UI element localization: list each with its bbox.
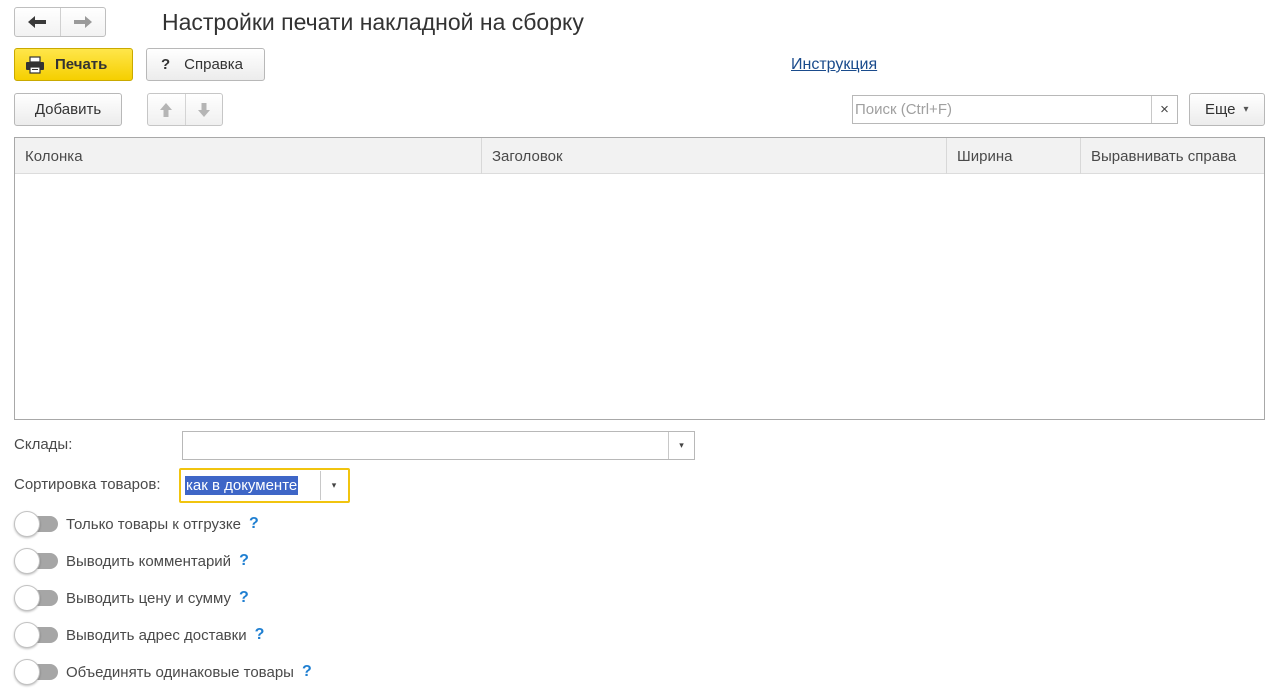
more-button-label: Еще bbox=[1205, 101, 1236, 118]
question-icon: ? bbox=[161, 56, 171, 73]
warehouses-value[interactable] bbox=[183, 432, 668, 459]
option-label: Выводить адрес доставки bbox=[66, 626, 247, 644]
column-header-column[interactable]: Колонка bbox=[15, 138, 481, 174]
sort-value[interactable]: как в документе bbox=[182, 471, 320, 500]
sort-select[interactable]: как в документе ▾ bbox=[179, 468, 350, 503]
table-body[interactable] bbox=[15, 174, 1264, 419]
dropdown-arrow-icon[interactable]: ▾ bbox=[668, 432, 694, 459]
option-merge-items: Объединять одинаковые товары ? bbox=[14, 659, 312, 685]
forward-button[interactable] bbox=[59, 8, 106, 36]
search-input[interactable] bbox=[853, 96, 1151, 123]
back-button[interactable] bbox=[15, 8, 60, 36]
move-buttons bbox=[147, 93, 223, 126]
help-question-icon[interactable]: ? bbox=[249, 515, 259, 533]
column-header-width[interactable]: Ширина bbox=[946, 138, 1080, 174]
help-question-icon[interactable]: ? bbox=[239, 552, 249, 570]
chevron-down-icon: ▾ bbox=[1243, 104, 1249, 115]
printer-icon bbox=[25, 55, 45, 74]
columns-table[interactable]: Колонка Заголовок Ширина Выравнивать спр… bbox=[14, 137, 1265, 420]
clear-search-icon[interactable]: × bbox=[1151, 96, 1177, 123]
more-button[interactable]: Еще ▾ bbox=[1189, 93, 1265, 126]
help-button[interactable]: ? Справка bbox=[146, 48, 265, 81]
column-header-title[interactable]: Заголовок bbox=[481, 138, 946, 174]
page-title: Настройки печати накладной на сборку bbox=[162, 9, 584, 35]
option-label: Объединять одинаковые товары bbox=[66, 663, 294, 681]
option-label: Только товары к отгрузке bbox=[66, 515, 241, 533]
help-question-icon[interactable]: ? bbox=[302, 663, 312, 681]
option-label: Выводить комментарий bbox=[66, 552, 232, 570]
instruction-link[interactable]: Инструкция bbox=[791, 56, 877, 74]
print-button-label: Печать bbox=[55, 56, 108, 73]
toggle-switch[interactable] bbox=[14, 511, 58, 537]
arrow-down-icon bbox=[197, 102, 210, 117]
print-button[interactable]: Печать bbox=[14, 48, 133, 81]
arrow-left-icon bbox=[28, 16, 47, 28]
arrow-right-icon bbox=[73, 16, 92, 28]
option-price-sum: Выводить цену и сумму ? bbox=[14, 585, 249, 611]
move-down-button[interactable] bbox=[184, 94, 223, 125]
help-button-label: Справка bbox=[184, 56, 244, 73]
sort-label: Сортировка товаров: bbox=[14, 476, 161, 493]
option-delivery-address: Выводить адрес доставки ? bbox=[14, 622, 264, 648]
option-comment: Выводить комментарий ? bbox=[14, 548, 249, 574]
option-shipment-only: Только товары к отгрузке ? bbox=[14, 511, 259, 537]
toggle-switch[interactable] bbox=[14, 585, 58, 611]
warehouses-label: Склады: bbox=[14, 436, 73, 453]
help-question-icon[interactable]: ? bbox=[239, 589, 249, 607]
search-field: × bbox=[852, 95, 1178, 124]
toggle-switch[interactable] bbox=[14, 622, 58, 648]
dropdown-arrow-icon[interactable]: ▾ bbox=[320, 471, 347, 500]
toggle-switch[interactable] bbox=[14, 548, 58, 574]
help-question-icon[interactable]: ? bbox=[255, 626, 265, 644]
nav-buttons bbox=[14, 7, 106, 37]
option-label: Выводить цену и сумму bbox=[66, 589, 231, 607]
toggle-switch[interactable] bbox=[14, 659, 58, 685]
add-button-label: Добавить bbox=[34, 101, 102, 118]
arrow-up-icon bbox=[160, 102, 173, 117]
add-button[interactable]: Добавить bbox=[14, 93, 122, 126]
column-header-align-right[interactable]: Выравнивать справа bbox=[1080, 138, 1264, 174]
table-header: Колонка Заголовок Ширина Выравнивать спр… bbox=[15, 138, 1264, 174]
move-up-button[interactable] bbox=[148, 94, 185, 125]
warehouses-select[interactable]: ▾ bbox=[182, 431, 695, 460]
